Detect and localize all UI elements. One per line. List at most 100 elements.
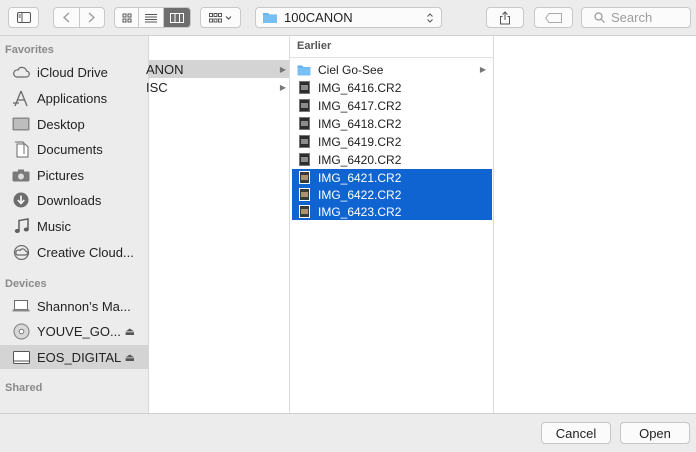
- location-label: 100CANON: [284, 10, 353, 25]
- sidebar-item-label: Applications: [37, 90, 108, 106]
- disclosure-arrow-icon: ▶: [279, 82, 286, 92]
- toolbar: 100CANON Search: [0, 0, 696, 36]
- file-row[interactable]: IMG_6416.CR2: [292, 79, 492, 96]
- file-row[interactable]: IMG_6417.CR2: [292, 97, 492, 114]
- raw-file-icon: [297, 99, 311, 113]
- sidebar-item-mac[interactable]: Shannon’s Ma...: [0, 294, 148, 318]
- forward-button[interactable]: [80, 8, 105, 27]
- column-item-label: ANON: [146, 61, 184, 77]
- desktop-icon: [11, 114, 31, 134]
- sidebar-item-music[interactable]: Music: [0, 214, 148, 238]
- list-view-button[interactable]: [139, 8, 164, 27]
- search-icon: [594, 12, 605, 23]
- sidebar-item-label: EOS_DIGITAL: [37, 349, 122, 365]
- applications-icon: [11, 88, 31, 108]
- file-name: IMG_6418.CR2: [318, 116, 402, 131]
- group-button[interactable]: [200, 7, 241, 28]
- sidebar-item-label: iCloud Drive: [37, 64, 108, 80]
- tag-icon: [544, 12, 562, 23]
- sidebar-item-label: Documents: [37, 141, 103, 157]
- raw-file-icon: [297, 205, 311, 219]
- cancel-button[interactable]: Cancel: [541, 422, 611, 444]
- sidebar-item-creative-cloud[interactable]: Creative Cloud...: [0, 240, 148, 264]
- sidebar-item-downloads[interactable]: Downloads: [0, 188, 148, 212]
- browser-column-1: ANON ▶ ISC ▶: [146, 36, 290, 413]
- sidebar-toggle-button[interactable]: [8, 7, 39, 28]
- file-row-selected[interactable]: IMG_6421.CR2: [292, 169, 492, 186]
- file-row-selected[interactable]: IMG_6422.CR2: [292, 186, 492, 203]
- file-row-selected[interactable]: IMG_6423.CR2: [292, 203, 492, 220]
- file-name: Ciel Go-See: [318, 62, 384, 77]
- camera-icon: [11, 165, 31, 185]
- folder-icon: [263, 13, 277, 23]
- laptop-icon: [11, 296, 31, 316]
- column-header-bar: Earlier: [290, 36, 493, 58]
- raw-file-icon: [297, 117, 311, 131]
- file-row[interactable]: IMG_6420.CR2: [292, 151, 492, 168]
- sidebar-item-label: Shannon’s Ma...: [37, 298, 131, 314]
- search-input[interactable]: Search: [581, 7, 691, 28]
- browser-column-2: Earlier Ciel Go-See ▶ IMG_6416.CR2 IMG_6…: [290, 36, 494, 413]
- column-item-label: ISC: [146, 79, 168, 95]
- eject-icon[interactable]: ⏏: [125, 325, 135, 338]
- icon-view-icon: [122, 13, 132, 22]
- file-name: IMG_6420.CR2: [318, 152, 402, 167]
- location-popup[interactable]: 100CANON: [255, 7, 442, 28]
- column-view-button[interactable]: [163, 8, 190, 27]
- eject-icon[interactable]: ⏏: [125, 351, 135, 364]
- share-icon: [500, 10, 510, 24]
- file-name: IMG_6422.CR2: [318, 187, 402, 202]
- raw-file-icon: [297, 153, 311, 167]
- shared-header: Shared: [5, 382, 43, 394]
- documents-icon: [11, 139, 31, 159]
- back-forward-group: [53, 7, 105, 28]
- back-button[interactable]: [54, 8, 80, 27]
- file-name: IMG_6423.CR2: [318, 204, 402, 219]
- sidebar: Favorites iCloud Drive Applications Desk…: [0, 36, 149, 413]
- sidebar-item-youve-go[interactable]: YOUVE_GO... ⏏: [0, 319, 148, 343]
- sidebar-item-desktop[interactable]: Desktop: [0, 112, 148, 136]
- tag-button[interactable]: [534, 7, 573, 28]
- raw-file-icon: [297, 171, 311, 185]
- open-button[interactable]: Open: [620, 422, 690, 444]
- raw-file-icon: [297, 81, 311, 95]
- creative-cloud-icon: [11, 242, 31, 262]
- sidebar-item-label: Desktop: [37, 116, 85, 132]
- dialog-button-bar: Cancel Open: [0, 413, 696, 452]
- disc-icon: [11, 321, 31, 341]
- icon-view-button[interactable]: [115, 8, 140, 27]
- sidebar-item-eos-digital[interactable]: EOS_DIGITAL ⏏: [0, 345, 148, 369]
- share-button[interactable]: [486, 7, 524, 28]
- sidebar-item-label: Downloads: [37, 192, 102, 208]
- folder-icon: [297, 63, 311, 77]
- sidebar-item-applications[interactable]: Applications: [0, 86, 148, 110]
- sidebar-item-icloud-drive[interactable]: iCloud Drive: [0, 60, 148, 84]
- downloads-icon: [11, 190, 31, 210]
- sidebar-item-pictures[interactable]: Pictures: [0, 163, 148, 187]
- column-header: Earlier: [297, 40, 332, 52]
- column-item-canon[interactable]: ANON ▶: [146, 60, 289, 78]
- sidebar-item-label: Creative Cloud...: [37, 244, 134, 260]
- disclosure-arrow-icon: ▶: [279, 64, 286, 74]
- group-icon: [208, 12, 231, 22]
- column-view-icon: [169, 12, 184, 23]
- search-placeholder: Search: [611, 10, 653, 25]
- sidebar-item-label: Pictures: [37, 167, 84, 183]
- file-row[interactable]: IMG_6418.CR2: [292, 115, 492, 132]
- sidebar-item-label: Music: [37, 218, 71, 234]
- disclosure-arrow-icon: ▶: [479, 65, 486, 74]
- column-item-misc[interactable]: ISC ▶: [146, 78, 289, 96]
- file-row[interactable]: IMG_6419.CR2: [292, 133, 492, 150]
- music-icon: [11, 216, 31, 236]
- drive-icon: [11, 347, 31, 367]
- sidebar-item-documents[interactable]: Documents: [0, 137, 148, 161]
- forward-icon: [88, 12, 96, 23]
- browser-column-3: [494, 36, 696, 413]
- sidebar-item-label: YOUVE_GO...: [37, 323, 121, 339]
- updown-chevron-icon: [427, 13, 433, 23]
- file-name: IMG_6416.CR2: [318, 80, 402, 95]
- raw-file-icon: [297, 135, 311, 149]
- file-name: IMG_6421.CR2: [318, 170, 402, 185]
- folder-row[interactable]: Ciel Go-See ▶: [292, 61, 492, 78]
- cloud-icon: [11, 62, 31, 82]
